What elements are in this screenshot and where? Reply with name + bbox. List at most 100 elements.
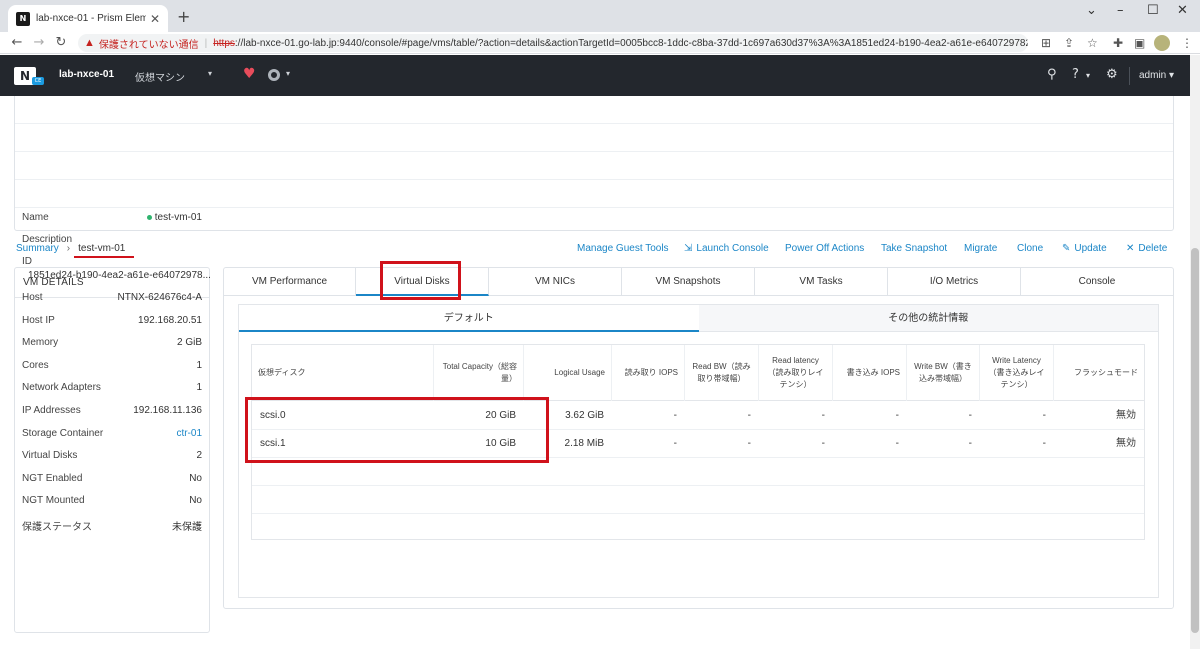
tab-console[interactable]: Console: [1021, 268, 1173, 296]
tab-vm-performance[interactable]: VM Performance: [224, 268, 356, 296]
col-total-capacity[interactable]: Total Capacity（総容量）: [434, 345, 524, 401]
table-cell: -: [747, 410, 751, 421]
table-row[interactable]: scsi.0 20 GiB 3.62 GiB - - - - - - 無効: [252, 402, 1144, 430]
new-tab-icon[interactable]: +: [177, 7, 190, 26]
vm-detail-label: Cores: [22, 360, 49, 371]
col-read-bw[interactable]: Read BW（読み取り帯域幅）: [685, 345, 759, 401]
update-button[interactable]: ✎ Update: [1062, 243, 1107, 254]
table-cell: -: [673, 410, 677, 421]
subtab-other-stats[interactable]: その他の統計情報: [698, 305, 1158, 332]
table-cell: -: [968, 438, 972, 449]
vm-detail-row: NGT Mounted No: [22, 495, 202, 506]
col-logical-usage[interactable]: Logical Usage: [524, 345, 612, 401]
tab-virtual-disks[interactable]: Virtual Disks: [356, 268, 489, 296]
url-separator: |: [204, 37, 208, 49]
warning-icon: ▲: [84, 37, 95, 49]
vm-detail-row: Memory 2 GiB: [22, 337, 202, 348]
clone-button[interactable]: Clone: [1017, 243, 1043, 254]
bookmark-star-icon[interactable]: ☆: [1087, 36, 1098, 50]
sidepanel-icon[interactable]: ▣: [1134, 36, 1145, 50]
chevron-down-icon[interactable]: ⌄: [1086, 3, 1097, 18]
vm-detail-value: 1851ed24-b190-4ea2-a61e-e64072978...: [28, 270, 211, 281]
vm-detail-label: NGT Enabled: [22, 473, 83, 484]
vm-detail-row: Network Adapters 1: [22, 382, 202, 393]
virtual-disks-table: 仮想ディスク Total Capacity（総容量） Logical Usage…: [251, 344, 1145, 540]
alerts-circle-icon[interactable]: [268, 69, 280, 81]
table-cell: -: [673, 438, 677, 449]
table-header: 仮想ディスク Total Capacity（総容量） Logical Usage…: [252, 345, 1144, 401]
storage-container-link[interactable]: ctr-01: [176, 428, 202, 439]
vm-detail-label: IP Addresses: [22, 405, 81, 416]
col-flash-mode[interactable]: フラッシュモード: [1054, 345, 1144, 401]
vm-detail-row: Cores 1: [22, 360, 202, 371]
reload-icon[interactable]: ↻: [50, 35, 72, 50]
vm-detail-value: 1: [196, 382, 202, 393]
forward-icon[interactable]: →: [28, 35, 50, 50]
security-warning[interactable]: 保護されていない通信: [99, 36, 199, 51]
header-divider: [1129, 67, 1130, 85]
maximize-icon[interactable]: ☐: [1147, 3, 1159, 18]
back-icon[interactable]: ←: [6, 35, 28, 50]
col-read-iops[interactable]: 読み取り IOPS: [612, 345, 685, 401]
user-name: admin: [1139, 70, 1167, 81]
col-virtual-disk[interactable]: 仮想ディスク: [252, 345, 434, 401]
browser-tab[interactable]: N lab-nxce-01 - Prism Element ✕: [8, 5, 168, 32]
update-label: Update: [1074, 243, 1107, 254]
main-menu-dropdown[interactable]: 仮想マシン: [135, 69, 185, 84]
table-cell: 3.62 GiB: [565, 410, 604, 421]
vm-detail-value: 2 GiB: [176, 337, 202, 348]
tab-vm-snapshots[interactable]: VM Snapshots: [622, 268, 755, 296]
tab-vm-tasks[interactable]: VM Tasks: [755, 268, 888, 296]
browser-menu-icon[interactable]: ⋮: [1181, 36, 1193, 50]
take-snapshot-button[interactable]: Take Snapshot: [881, 243, 947, 254]
col-write-iops[interactable]: 書き込み IOPS: [833, 345, 907, 401]
extensions-icon[interactable]: ✚: [1113, 36, 1123, 50]
close-window-icon[interactable]: ✕: [1177, 3, 1188, 18]
chevron-down-icon[interactable]: ▾: [286, 69, 290, 78]
profile-avatar[interactable]: [1154, 35, 1170, 51]
search-icon[interactable]: ⚲: [1047, 67, 1057, 82]
tab-vm-nics[interactable]: VM NICs: [489, 268, 622, 296]
close-tab-icon[interactable]: ✕: [150, 12, 160, 26]
page-scrollbar-thumb[interactable]: [1191, 248, 1199, 633]
table-cell: 10 GiB: [485, 438, 516, 449]
vm-detail-value: 2: [196, 450, 202, 461]
col-write-bw[interactable]: Write BW（書き込み帯域幅）: [907, 345, 980, 401]
power-off-actions-button[interactable]: Power Off Actions: [785, 243, 864, 254]
url-input[interactable]: ▲ 保護されていない通信 | https ://lab-nxce-01.go-l…: [78, 34, 1028, 52]
user-menu[interactable]: admin ▾: [1139, 70, 1174, 81]
cluster-name[interactable]: lab-nxce-01: [59, 69, 114, 80]
table-cell: -: [968, 410, 972, 421]
table-row-empty: [252, 514, 1144, 542]
vm-table-panel: [14, 96, 1174, 231]
minimize-icon[interactable]: –: [1117, 3, 1124, 18]
gear-icon[interactable]: ⚙: [1106, 67, 1118, 82]
main-content: Summary › test-vm-01 Manage Guest Tools …: [0, 96, 1190, 649]
delete-button[interactable]: ✕ Delete: [1126, 243, 1167, 254]
help-icon[interactable]: ?: [1072, 67, 1079, 82]
power-on-status-icon: [146, 214, 152, 220]
manage-guest-tools-button[interactable]: Manage Guest Tools: [577, 243, 669, 254]
launch-console-button[interactable]: ⇲ Launch Console: [684, 243, 769, 254]
table-cell: 2.18 MiB: [564, 438, 604, 449]
col-read-latency[interactable]: Read latency（読み取りレイテンシ）: [759, 345, 833, 401]
chevron-down-icon[interactable]: ▾: [1086, 71, 1090, 80]
vm-detail-label: 保護ステータス: [22, 522, 92, 533]
share-icon[interactable]: ⇪: [1064, 36, 1074, 50]
vm-detail-row: 保護ステータス 未保護: [22, 518, 202, 533]
table-cell: 無効: [1116, 438, 1136, 449]
vm-detail-row: Storage Container ctr-01: [22, 428, 202, 439]
migrate-button[interactable]: Migrate: [964, 243, 997, 254]
vm-detail-value: 192.168.11.136: [133, 405, 202, 416]
table-row[interactable]: scsi.1 10 GiB 2.18 MiB - - - - - - 無効: [252, 430, 1144, 458]
subtab-default[interactable]: デフォルト: [239, 305, 699, 332]
health-heart-icon[interactable]: ♥: [243, 66, 256, 82]
translate-icon[interactable]: ⊞: [1041, 36, 1051, 50]
tab-io-metrics[interactable]: I/O Metrics: [888, 268, 1021, 296]
vm-detail-value: NTNX-624676c4-A: [117, 292, 202, 303]
browser-tabbar: N lab-nxce-01 - Prism Element ✕ + ⌄ – ☐ …: [0, 0, 1200, 32]
launch-console-label: Launch Console: [696, 243, 769, 254]
vm-detail-value: 未保護: [172, 522, 202, 533]
col-write-latency[interactable]: Write Latency（書き込みレイテンシ）: [980, 345, 1054, 401]
chevron-down-icon[interactable]: ▾: [208, 69, 212, 78]
